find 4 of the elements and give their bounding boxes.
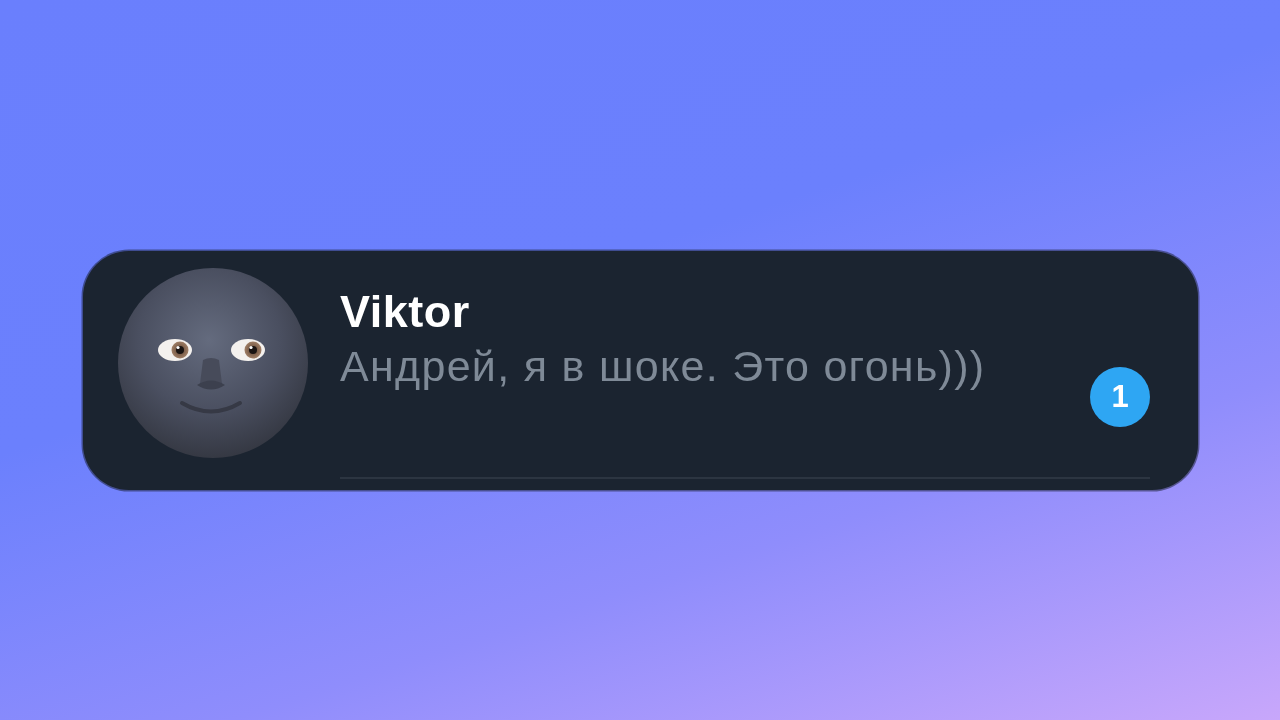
unread-count: 1	[1090, 367, 1150, 427]
contact-name: Viktor	[340, 286, 470, 338]
chat-list-item[interactable]: Viktor Андрей, я в шоке. Это огонь))) 1	[83, 251, 1198, 490]
message-preview: Андрей, я в шоке. Это огонь)))	[340, 342, 987, 390]
